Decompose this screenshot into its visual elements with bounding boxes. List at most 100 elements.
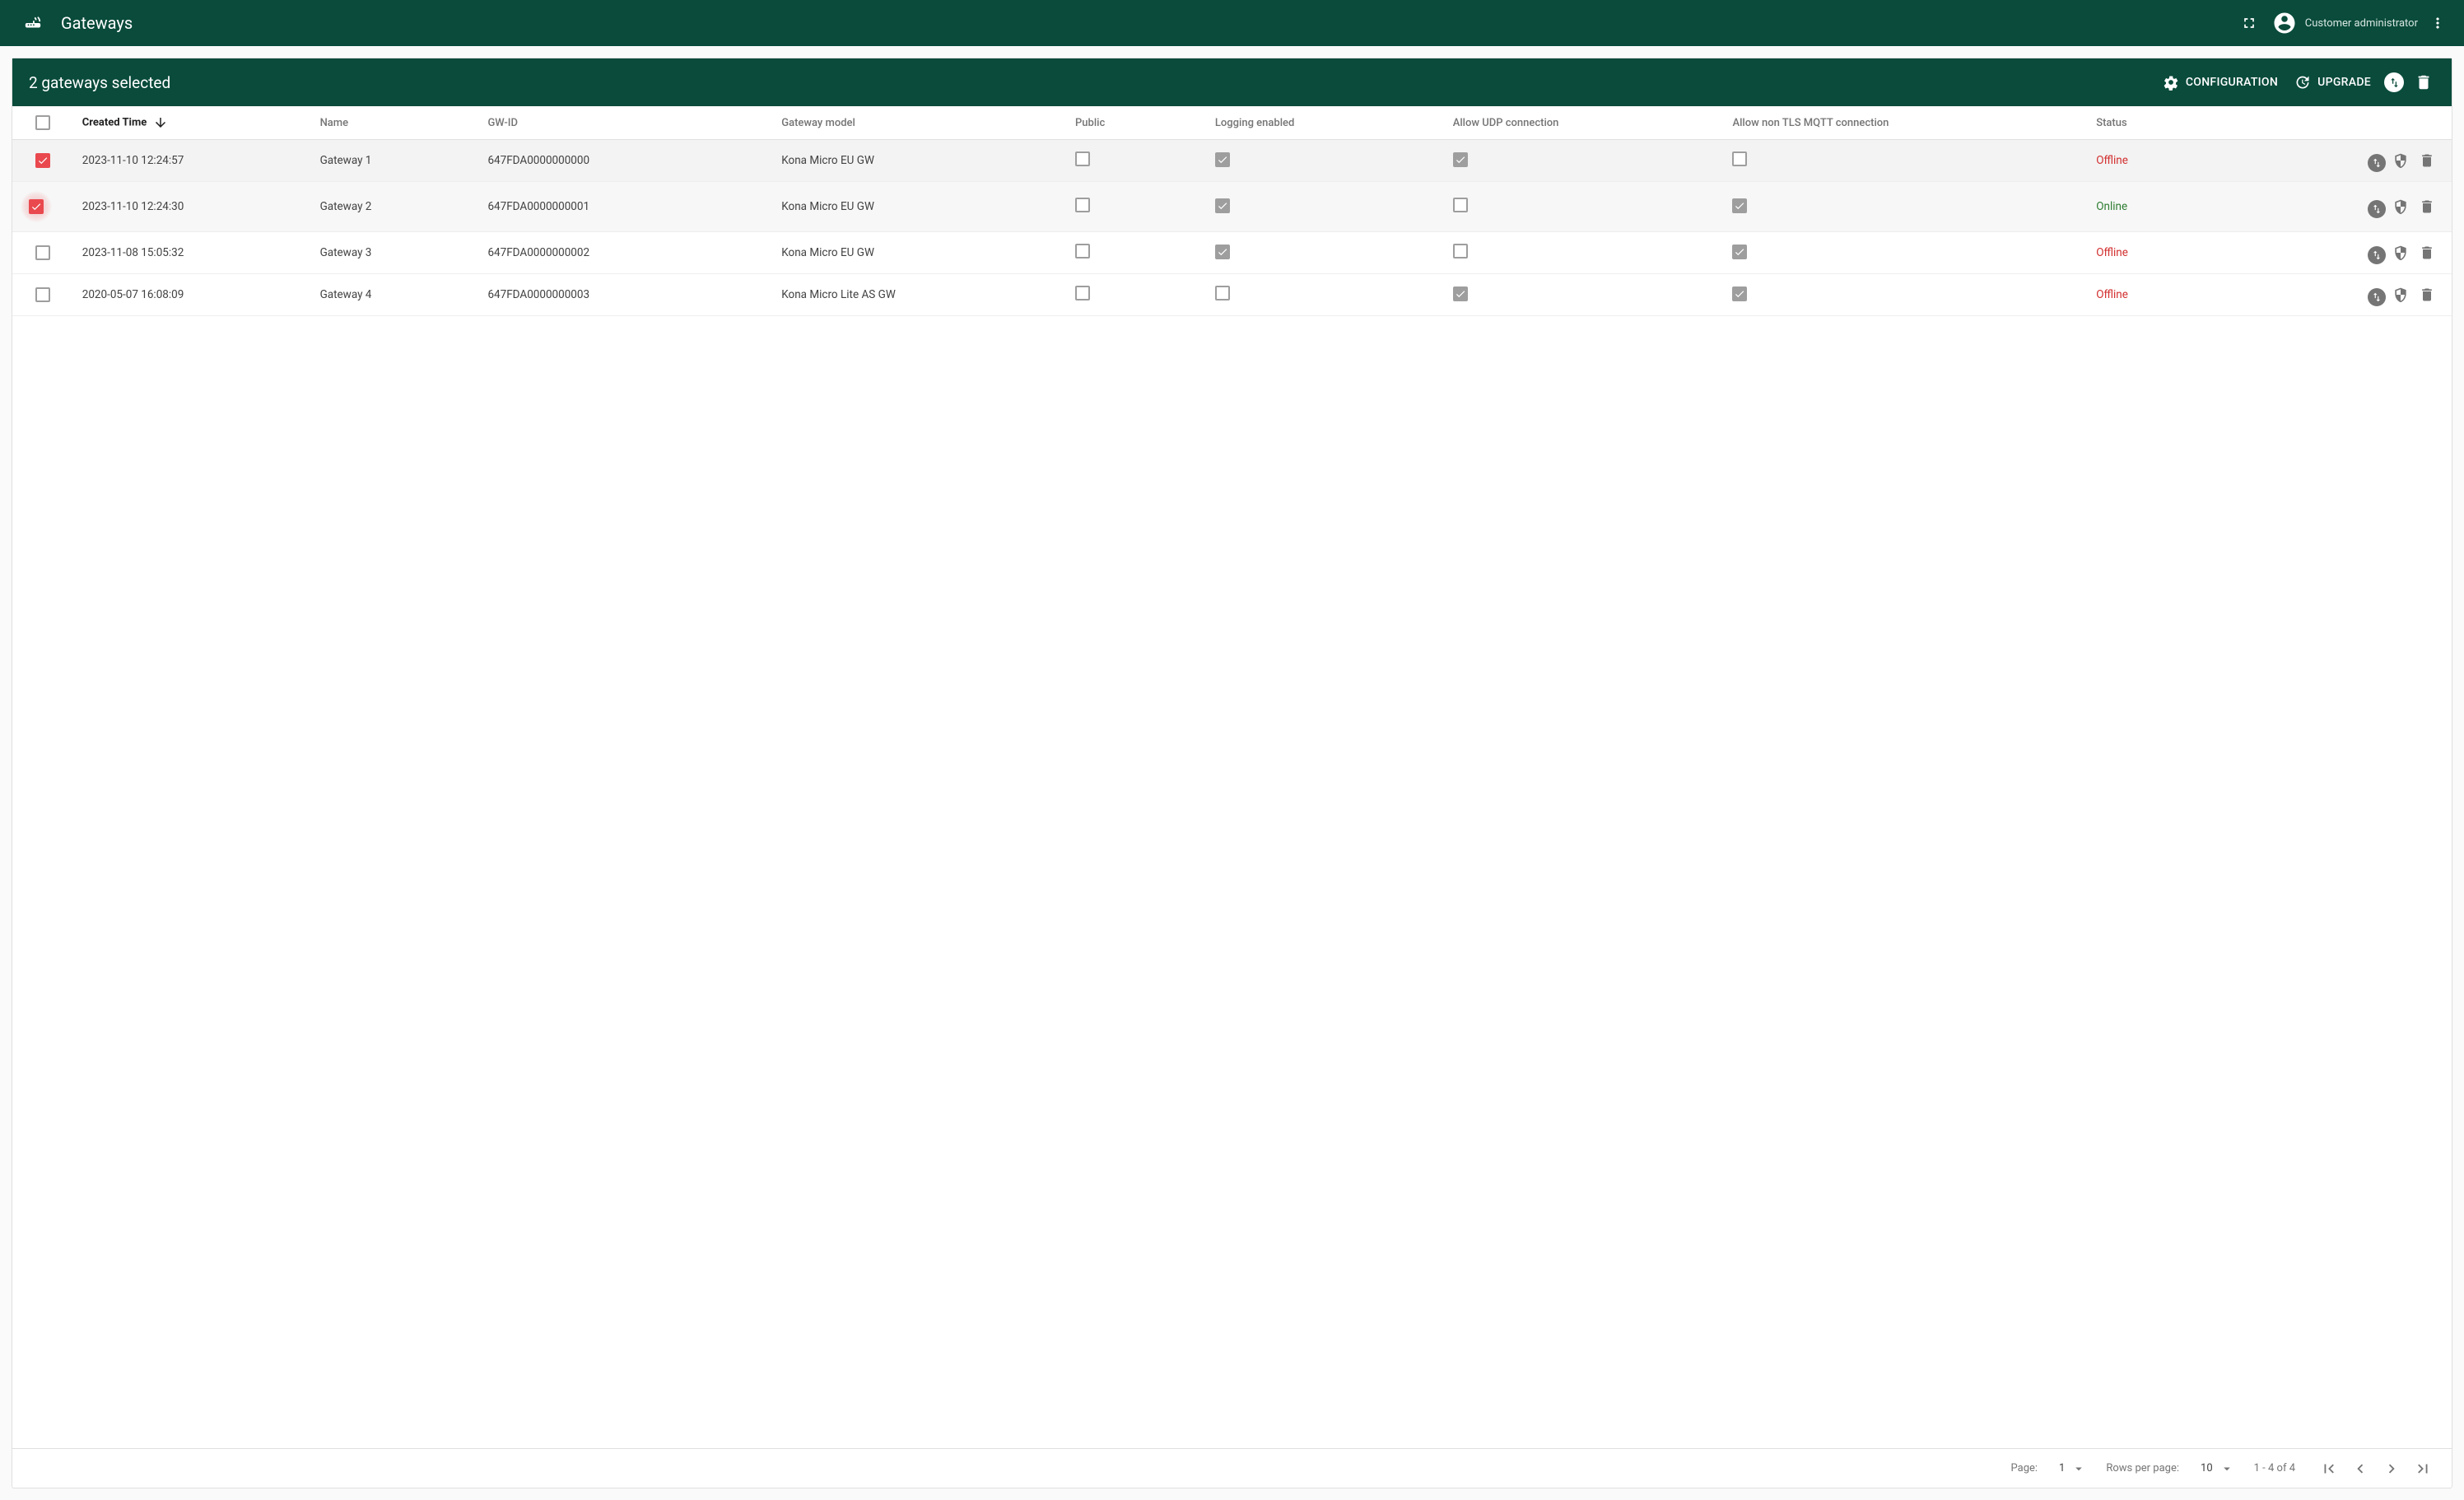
next-page-button[interactable] [2378,1455,2406,1483]
row-shield-button[interactable] [2389,241,2412,264]
select-all-header[interactable] [12,106,74,140]
caret-down-icon [2219,1461,2234,1476]
cell-gwid: 647FDA0000000001 [479,182,773,232]
row-shield-button[interactable] [2389,195,2412,218]
rows-per-page-picker[interactable]: Rows per page: 10 [2106,1461,2233,1476]
row-swap-button[interactable] [2368,288,2386,306]
more-vert-button[interactable] [2421,7,2454,40]
row-swap-button[interactable] [2368,246,2386,264]
col-created-time[interactable]: Created Time [74,106,312,140]
table-row[interactable]: 2023-11-10 12:24:57Gateway 1647FDA000000… [12,140,2452,182]
selection-toolbar: 2 gateways selected CONFIGURATION UPGRAD… [12,58,2452,106]
row-swap-button[interactable] [2368,200,2386,218]
col-name[interactable]: Name [312,106,480,140]
col-public[interactable]: Public [1067,106,1207,140]
checkbox[interactable] [1215,245,1230,259]
checkbox[interactable] [1453,286,1468,301]
checkbox[interactable] [1732,286,1747,301]
cell-public [1067,232,1207,274]
cell-name: Gateway 2 [312,182,480,232]
checkbox[interactable] [35,245,50,260]
col-gwid[interactable]: GW-ID [479,106,773,140]
first-page-button[interactable] [2315,1455,2343,1483]
cell-tls [1724,274,2088,316]
cell-gwid: 647FDA0000000000 [479,140,773,182]
upgrade-label: UPGRADE [2317,76,2371,89]
account-circle-icon [2272,11,2297,35]
cell-created: 2023-11-10 12:24:57 [74,140,312,182]
update-icon [2294,74,2311,91]
configuration-button[interactable]: CONFIGURATION [2154,69,2286,95]
row-delete-button[interactable] [2415,283,2438,306]
fullscreen-button[interactable] [2233,7,2266,40]
checkbox[interactable] [1075,198,1090,212]
configuration-label: CONFIGURATION [2186,76,2278,89]
checkbox[interactable] [1732,245,1747,259]
cell-created: 2023-11-08 15:05:32 [74,232,312,274]
col-logging[interactable]: Logging enabled [1207,106,1445,140]
gear-icon [2163,74,2179,91]
row-delete-button[interactable] [2415,149,2438,172]
last-page-button[interactable] [2409,1455,2437,1483]
cell-udp [1445,182,1725,232]
cell-created: 2020-05-07 16:08:09 [74,274,312,316]
prev-page-button[interactable] [2346,1455,2374,1483]
user-menu[interactable]: Customer administrator [2272,11,2418,35]
cell-model: Kona Micro EU GW [773,140,1067,182]
cell-model: Kona Micro Lite AS GW [773,274,1067,316]
table-row[interactable]: 2020-05-07 16:08:09Gateway 4647FDA000000… [12,274,2452,316]
checkbox[interactable] [1732,151,1747,166]
user-role-label: Customer administrator [2305,17,2418,30]
cell-public [1067,274,1207,316]
pagination-bar: Page: 1 Rows per page: 10 1 - 4 of 4 [12,1448,2452,1488]
cell-udp [1445,232,1725,274]
cell-udp [1445,274,1725,316]
col-tls[interactable]: Allow non TLS MQTT connection [1724,106,2088,140]
checkbox[interactable] [35,153,50,168]
upgrade-button[interactable]: UPGRADE [2286,69,2379,95]
cell-udp [1445,140,1725,182]
cell-status: Offline [2088,274,2256,316]
table-row[interactable]: 2023-11-08 15:05:32Gateway 3647FDA000000… [12,232,2452,274]
cell-logging [1207,140,1445,182]
row-delete-button[interactable] [2415,195,2438,218]
row-delete-button[interactable] [2415,241,2438,264]
caret-down-icon [2071,1461,2086,1476]
row-shield-button[interactable] [2389,283,2412,306]
appbar: Gateways Customer administrator [0,0,2464,46]
cell-tls [1724,232,2088,274]
checkbox[interactable] [29,199,44,214]
page-picker[interactable]: Page: 1 [2011,1461,2087,1476]
cell-model: Kona Micro EU GW [773,232,1067,274]
select-all-checkbox[interactable] [35,115,50,130]
cell-logging [1207,182,1445,232]
cell-gwid: 647FDA0000000003 [479,274,773,316]
swap-button[interactable] [2379,68,2409,97]
checkbox[interactable] [1453,244,1468,259]
checkbox[interactable] [1732,198,1747,213]
col-udp[interactable]: Allow UDP connection [1445,106,1725,140]
gateways-card: 2 gateways selected CONFIGURATION UPGRAD… [12,58,2452,1488]
gateways-table: Created Time Name GW-ID Gateway model Pu… [12,106,2452,316]
checkbox[interactable] [1453,152,1468,167]
page-title: Gateways [61,13,133,33]
bulk-delete-button[interactable] [2409,68,2438,97]
checkbox[interactable] [1215,152,1230,167]
cell-public [1067,140,1207,182]
table-row[interactable]: 2023-11-10 12:24:30Gateway 2647FDA000000… [12,182,2452,232]
checkbox[interactable] [1453,198,1468,212]
checkbox[interactable] [1075,151,1090,166]
col-model[interactable]: Gateway model [773,106,1067,140]
page-range: 1 - 4 of 4 [2254,1462,2295,1474]
checkbox[interactable] [35,287,50,302]
arrow-down-icon [153,115,168,130]
row-shield-button[interactable] [2389,149,2412,172]
checkbox[interactable] [1215,198,1230,213]
row-swap-button[interactable] [2368,154,2386,172]
cell-model: Kona Micro EU GW [773,182,1067,232]
col-status[interactable]: Status [2088,106,2256,140]
checkbox[interactable] [1215,286,1230,300]
checkbox[interactable] [1075,286,1090,300]
checkbox[interactable] [1075,244,1090,259]
cell-logging [1207,232,1445,274]
